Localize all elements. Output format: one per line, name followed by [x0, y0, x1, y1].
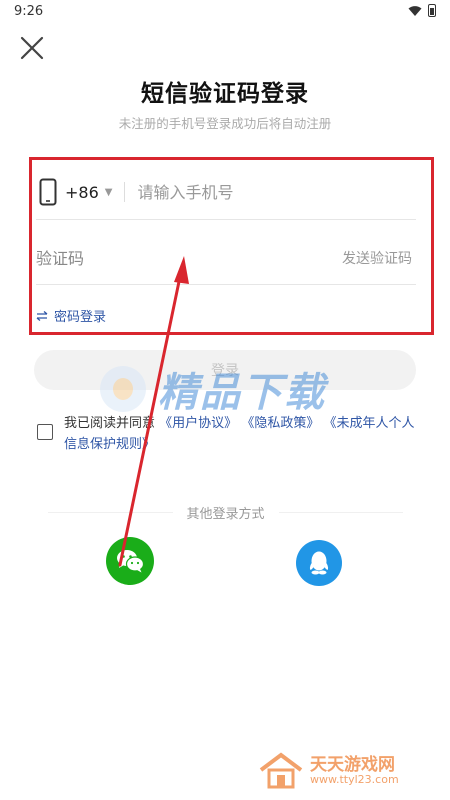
status-time: 9:26: [14, 4, 44, 19]
house-logo-icon: [259, 752, 303, 789]
watermark-text: 精品下载: [158, 370, 326, 416]
qq-icon: [309, 551, 329, 575]
watermark: 精品下载: [100, 360, 326, 418]
status-icons: [408, 4, 436, 17]
user-agreement-link[interactable]: 《用户协议》: [159, 416, 237, 431]
agreement-prefix: 我已阅读并同意: [64, 416, 156, 431]
corner-watermark-text: 天天游戏网: [310, 755, 395, 775]
corner-watermark-url: www.ttyl23.com: [310, 773, 399, 786]
wechat-login-button[interactable]: [106, 537, 154, 585]
watermark-logo: [100, 366, 146, 412]
qq-login-button[interactable]: [296, 540, 342, 586]
divider: [48, 511, 173, 513]
wechat-icon: [117, 550, 145, 573]
battery-icon: [428, 4, 436, 17]
page-title: 短信验证码登录: [141, 81, 309, 107]
other-login-title: 其他登录方式: [186, 506, 265, 522]
agreement-checkbox[interactable]: [37, 424, 53, 440]
corner-watermark: 天天游戏网 www.ttyl23.com: [258, 752, 399, 790]
wifi-icon: [408, 5, 422, 16]
agreement-text: 我已阅读并同意 《用户协议》 《隐私政策》 《未成年人个人信息保护规则》: [64, 413, 420, 455]
other-login-section: 其他登录方式: [48, 503, 404, 522]
close-icon[interactable]: [16, 32, 48, 64]
privacy-policy-link[interactable]: 《隐私政策》: [241, 416, 319, 431]
divider: [278, 511, 404, 513]
annotation-highlight-box: [29, 157, 434, 335]
page-subtitle: 未注册的手机号登录成功后将自动注册: [118, 116, 332, 131]
